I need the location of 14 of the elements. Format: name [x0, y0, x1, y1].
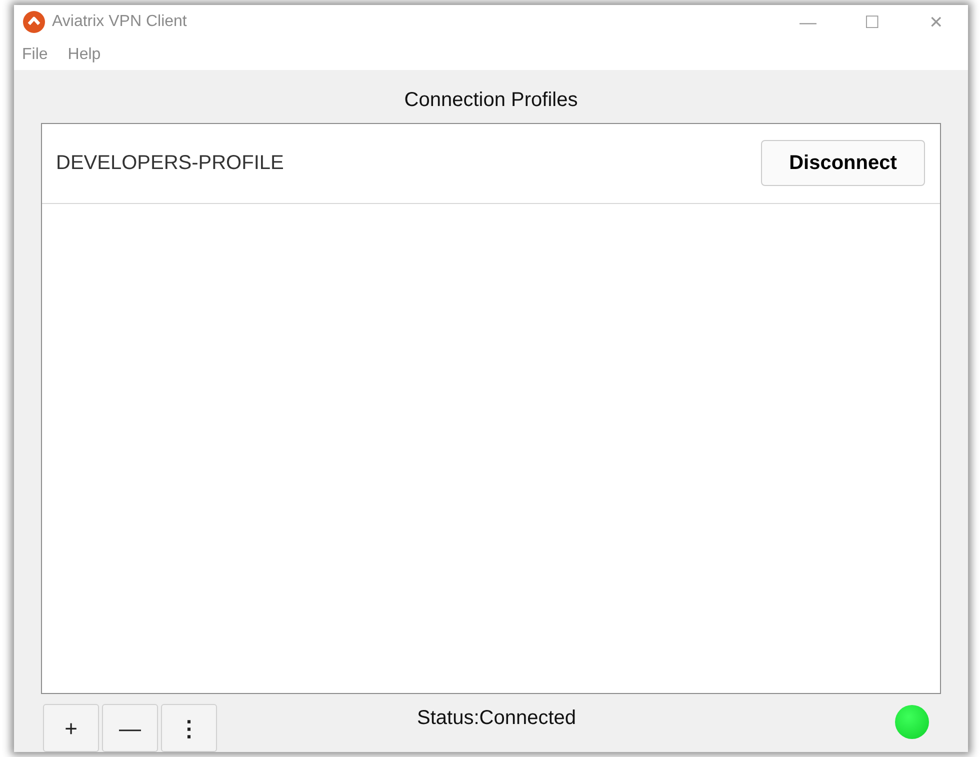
maximize-button[interactable]: ☐ — [840, 5, 904, 40]
disconnect-button[interactable]: Disconnect — [761, 140, 925, 186]
more-button[interactable]: ⋮ — [161, 704, 217, 752]
profile-name: DEVELOPERS-PROFILE — [56, 151, 284, 176]
minimize-button[interactable]: — — [776, 5, 840, 40]
menu-item[interactable]: File — [22, 42, 48, 67]
menu-item[interactable]: Help — [68, 42, 101, 67]
app-logo-icon — [23, 11, 45, 34]
window-title: Aviatrix VPN Client — [52, 12, 187, 32]
section-heading: Connection Profiles — [403, 88, 579, 113]
status-text: Status:Connected — [417, 706, 576, 731]
remove-button[interactable]: — — [102, 704, 158, 752]
close-button[interactable]: ✕ — [904, 5, 968, 40]
add-button[interactable]: + — [43, 704, 99, 752]
